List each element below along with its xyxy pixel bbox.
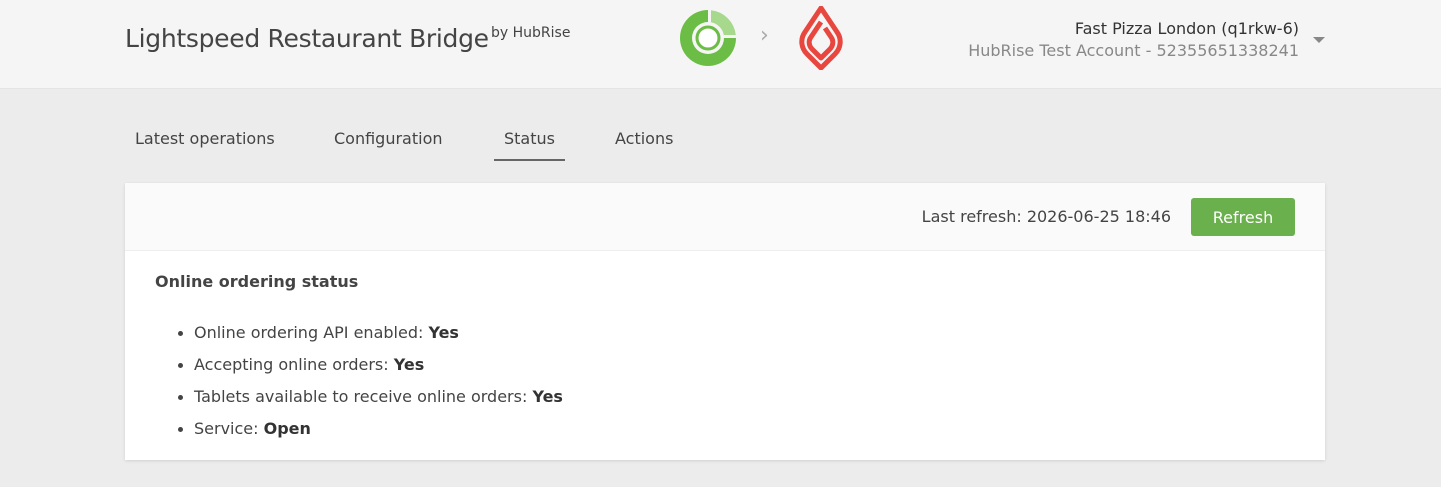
list-item: Online ordering API enabled: Yes <box>178 317 563 349</box>
status-value: Yes <box>393 355 425 374</box>
app-header: Lightspeed Restaurant Bridge by HubRise … <box>0 0 1441 89</box>
app-by-label: by HubRise <box>491 25 571 41</box>
list-item: Tablets available to receive online orde… <box>178 381 563 413</box>
status-list: Online ordering API enabled: Yes Accepti… <box>178 317 563 445</box>
status-label: Tablets available to receive online orde… <box>194 387 533 406</box>
tab-latest-operations[interactable]: Latest operations <box>125 126 285 161</box>
arrow-right-icon: › <box>760 23 769 48</box>
status-label: Online ordering API enabled: <box>194 323 429 342</box>
tab-actions[interactable]: Actions <box>605 126 683 161</box>
last-refresh-text: Last refresh: 2026-06-25 18:46 <box>921 207 1171 226</box>
hubrise-logo-icon <box>680 10 736 66</box>
card-toolbar: Last refresh: 2026-06-25 18:46 Refresh <box>125 183 1325 251</box>
tab-status[interactable]: Status <box>494 126 565 161</box>
refresh-button[interactable]: Refresh <box>1191 198 1295 236</box>
status-value: Yes <box>532 387 563 406</box>
status-value: Yes <box>428 323 459 342</box>
status-label: Accepting online orders: <box>194 355 394 374</box>
list-item: Service: Open <box>178 413 563 445</box>
account-subtitle: HubRise Test Account - 52355651338241 <box>968 41 1299 60</box>
section-title: Online ordering status <box>155 272 359 291</box>
list-item: Accepting online orders: Yes <box>178 349 563 381</box>
chevron-down-icon[interactable] <box>1313 37 1325 43</box>
lightspeed-logo-icon <box>799 6 843 70</box>
account-name: Fast Pizza London (q1rkw-6) <box>1074 19 1299 38</box>
status-label: Service: <box>194 419 264 438</box>
tab-configuration[interactable]: Configuration <box>324 126 453 161</box>
app-title: Lightspeed Restaurant Bridge <box>125 24 489 53</box>
status-value: Open <box>263 419 311 438</box>
account-switcher[interactable]: Fast Pizza London (q1rkw-6) HubRise Test… <box>968 18 1299 62</box>
status-card: Last refresh: 2026-06-25 18:46 Refresh O… <box>125 183 1325 460</box>
